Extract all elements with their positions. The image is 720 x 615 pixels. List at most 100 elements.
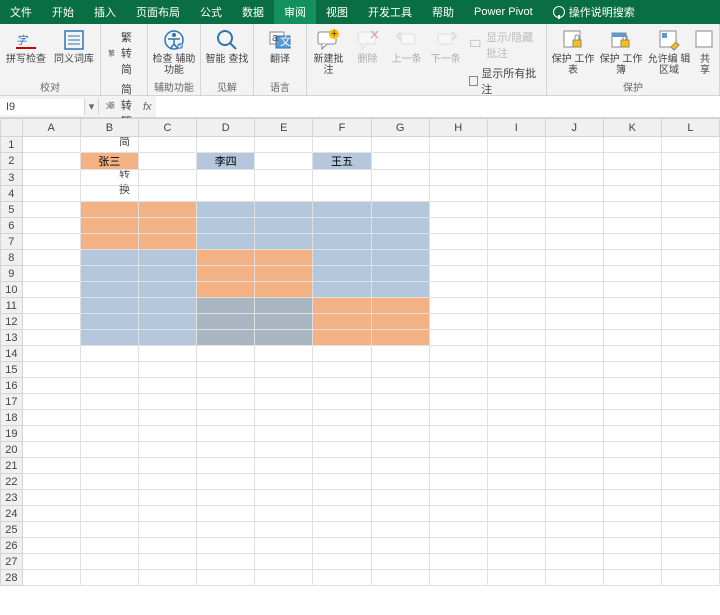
cell-L7[interactable] (661, 234, 719, 250)
cancel-formula-button[interactable]: ✕ (99, 98, 119, 115)
row-header-21[interactable]: 21 (1, 458, 23, 474)
cell-C5[interactable] (138, 202, 196, 218)
cell-A3[interactable] (22, 170, 80, 186)
cell-D23[interactable] (197, 490, 255, 506)
cell-J16[interactable] (545, 378, 603, 394)
cell-H20[interactable] (429, 442, 487, 458)
row-header-1[interactable]: 1 (1, 137, 23, 153)
cell-L10[interactable] (661, 282, 719, 298)
cell-K8[interactable] (603, 250, 661, 266)
cell-K11[interactable] (603, 298, 661, 314)
translate-button[interactable]: a文翻译 (258, 26, 302, 65)
cell-F25[interactable] (313, 522, 371, 538)
cell-H19[interactable] (429, 426, 487, 442)
cell-E23[interactable] (255, 490, 313, 506)
cell-B25[interactable] (80, 522, 138, 538)
row-header-6[interactable]: 6 (1, 218, 23, 234)
thesaurus-button[interactable]: 同义词库 (52, 26, 96, 65)
cell-E4[interactable] (255, 186, 313, 202)
cell-J9[interactable] (545, 266, 603, 282)
next-comment-button[interactable]: 下一条 (428, 26, 463, 65)
cell-C26[interactable] (138, 538, 196, 554)
cell-F5[interactable] (313, 202, 371, 218)
cell-F2[interactable]: 王五 (313, 153, 371, 170)
cell-H24[interactable] (429, 506, 487, 522)
cell-C8[interactable] (138, 250, 196, 266)
cell-J13[interactable] (545, 330, 603, 346)
cell-A21[interactable] (22, 458, 80, 474)
cell-J3[interactable] (545, 170, 603, 186)
cell-D1[interactable] (197, 137, 255, 153)
cell-A5[interactable] (22, 202, 80, 218)
col-header-L[interactable]: L (661, 119, 719, 137)
cell-G18[interactable] (371, 410, 429, 426)
cell-E26[interactable] (255, 538, 313, 554)
cell-K15[interactable] (603, 362, 661, 378)
cell-F26[interactable] (313, 538, 371, 554)
cell-F16[interactable] (313, 378, 371, 394)
cell-J10[interactable] (545, 282, 603, 298)
cell-I25[interactable] (487, 522, 545, 538)
cell-B6[interactable] (80, 218, 138, 234)
cell-G2[interactable] (371, 153, 429, 170)
cell-B19[interactable] (80, 426, 138, 442)
cell-G13[interactable] (371, 330, 429, 346)
cell-B8[interactable] (80, 250, 138, 266)
row-header-22[interactable]: 22 (1, 474, 23, 490)
cell-G21[interactable] (371, 458, 429, 474)
row-header-4[interactable]: 4 (1, 186, 23, 202)
cell-B22[interactable] (80, 474, 138, 490)
cell-A20[interactable] (22, 442, 80, 458)
cell-F14[interactable] (313, 346, 371, 362)
cell-I27[interactable] (487, 554, 545, 570)
cell-E7[interactable] (255, 234, 313, 250)
cell-K1[interactable] (603, 137, 661, 153)
cell-H28[interactable] (429, 570, 487, 586)
cell-H6[interactable] (429, 218, 487, 234)
prev-comment-button[interactable]: 上一条 (389, 26, 424, 65)
row-header-10[interactable]: 10 (1, 282, 23, 298)
cell-G12[interactable] (371, 314, 429, 330)
smart-lookup-button[interactable]: 智能 查找 (205, 26, 249, 65)
cell-H8[interactable] (429, 250, 487, 266)
row-header-14[interactable]: 14 (1, 346, 23, 362)
cell-F28[interactable] (313, 570, 371, 586)
cell-C27[interactable] (138, 554, 196, 570)
cell-D6[interactable] (197, 218, 255, 234)
cell-A18[interactable] (22, 410, 80, 426)
select-all-corner[interactable] (1, 119, 23, 137)
cell-J11[interactable] (545, 298, 603, 314)
row-header-17[interactable]: 17 (1, 394, 23, 410)
cell-A25[interactable] (22, 522, 80, 538)
cell-E22[interactable] (255, 474, 313, 490)
cell-I19[interactable] (487, 426, 545, 442)
cell-K27[interactable] (603, 554, 661, 570)
cell-F7[interactable] (313, 234, 371, 250)
cell-D14[interactable] (197, 346, 255, 362)
new-comment-button[interactable]: +新建批注 (311, 26, 346, 76)
cell-H3[interactable] (429, 170, 487, 186)
tab-layout[interactable]: 页面布局 (126, 0, 190, 24)
cell-I3[interactable] (487, 170, 545, 186)
cell-L16[interactable] (661, 378, 719, 394)
cell-E5[interactable] (255, 202, 313, 218)
cell-F20[interactable] (313, 442, 371, 458)
cell-C7[interactable] (138, 234, 196, 250)
cell-L1[interactable] (661, 137, 719, 153)
cell-D4[interactable] (197, 186, 255, 202)
cell-J5[interactable] (545, 202, 603, 218)
cell-F15[interactable] (313, 362, 371, 378)
accessibility-check-button[interactable]: 检查 辅助功能 (152, 26, 196, 76)
row-header-11[interactable]: 11 (1, 298, 23, 314)
cell-G3[interactable] (371, 170, 429, 186)
cell-D21[interactable] (197, 458, 255, 474)
tab-view[interactable]: 视图 (316, 0, 358, 24)
cell-B4[interactable] (80, 186, 138, 202)
cell-C3[interactable] (138, 170, 196, 186)
cell-A26[interactable] (22, 538, 80, 554)
col-header-E[interactable]: E (255, 119, 313, 137)
cell-E27[interactable] (255, 554, 313, 570)
cell-I12[interactable] (487, 314, 545, 330)
cell-G23[interactable] (371, 490, 429, 506)
cell-A24[interactable] (22, 506, 80, 522)
